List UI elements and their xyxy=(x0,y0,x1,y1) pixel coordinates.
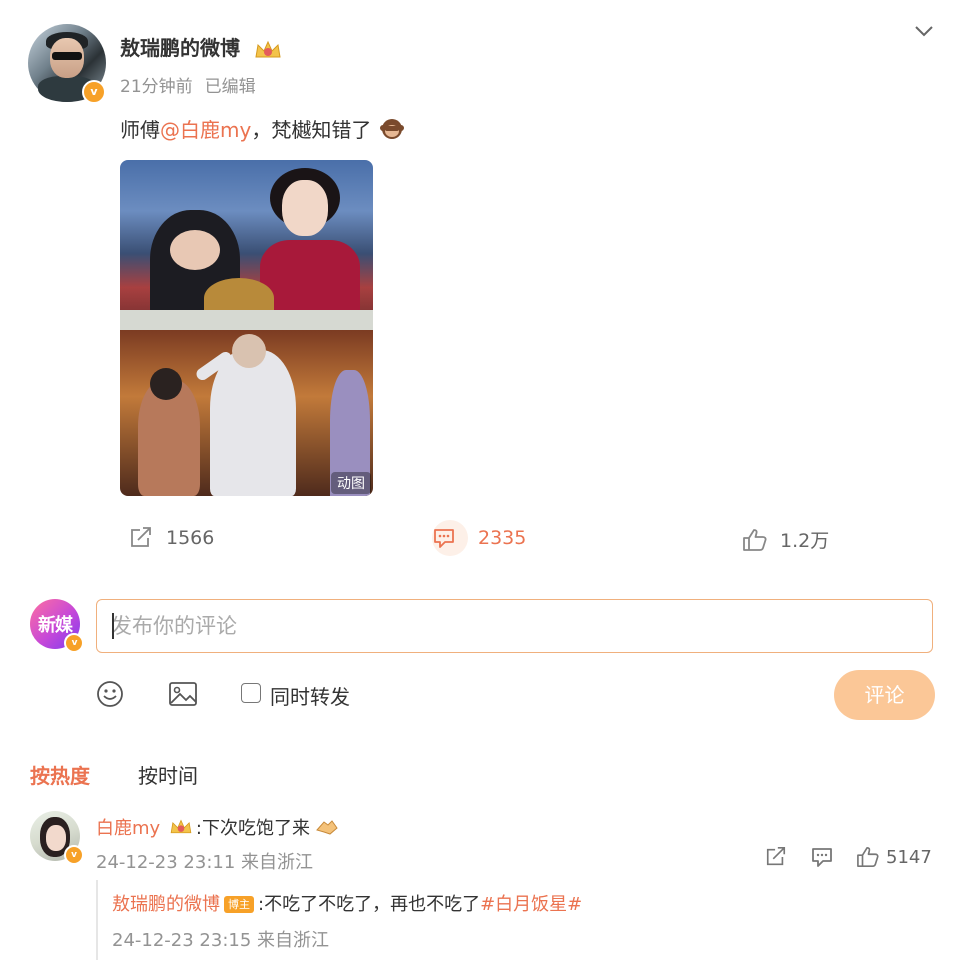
tab-sort-time[interactable]: 按时间 xyxy=(138,760,198,789)
commenter-avatar[interactable]: v xyxy=(30,811,84,865)
submit-comment-button[interactable]: 评论 xyxy=(834,670,935,720)
post-media-gif[interactable]: 动图 xyxy=(120,160,373,496)
comment-button[interactable]: 2335 xyxy=(432,520,526,556)
post-meta: 21分钟前 已编辑 xyxy=(120,72,256,97)
crown-icon xyxy=(170,819,192,834)
monkey-emoji-icon xyxy=(379,119,404,139)
reply-meta: 24-12-23 23:15 来自浙江 xyxy=(112,930,330,951)
image-icon[interactable] xyxy=(168,681,198,707)
comment-like-count: 5147 xyxy=(886,846,932,868)
repost-icon[interactable] xyxy=(764,846,788,868)
post-text-suffix: ，梵樾知错了 xyxy=(251,118,372,142)
v-badge-icon: v xyxy=(64,845,84,865)
like-button[interactable]: 1.2万 xyxy=(742,526,829,553)
comment-icon xyxy=(434,529,454,548)
text-cursor xyxy=(112,613,114,639)
emoji-icon[interactable] xyxy=(96,680,124,708)
my-avatar-text: 新媒 xyxy=(38,615,73,636)
crown-icon xyxy=(255,40,281,57)
comment-meta: 24-12-23 23:11 来自浙江 xyxy=(96,852,314,873)
gif-badge: 动图 xyxy=(331,472,371,494)
repost-checkbox[interactable] xyxy=(241,683,261,703)
reply-text: :不吃了不吃了，再也不吃了 xyxy=(258,894,481,915)
author-name[interactable]: 敖瑞鹏的微博 xyxy=(120,32,283,61)
v-badge-icon: v xyxy=(82,80,106,104)
reply-author[interactable]: 敖瑞鹏的微博 xyxy=(112,894,220,915)
comment-icon[interactable] xyxy=(810,846,834,868)
commenter-name[interactable]: 白鹿my xyxy=(96,818,160,839)
v-badge-icon: v xyxy=(64,633,84,653)
like-count: 1.2万 xyxy=(780,530,830,552)
mention-link[interactable]: @白鹿my xyxy=(160,118,251,142)
repost-icon xyxy=(131,527,151,547)
tab-sort-hot[interactable]: 按热度 xyxy=(30,760,90,789)
post-time[interactable]: 21分钟前 xyxy=(120,77,193,97)
like-icon[interactable] xyxy=(856,846,880,868)
my-avatar[interactable]: 新媒 v xyxy=(30,599,84,653)
comment-body: 白鹿my :下次吃饱了来 xyxy=(96,814,338,840)
author-tag-badge: 博主 xyxy=(224,896,254,913)
like-icon xyxy=(743,528,767,551)
comment-text: :下次吃饱了来 xyxy=(195,818,310,839)
hashtag-link[interactable]: #白月饭星# xyxy=(480,894,582,915)
post-text-prefix: 师傅 xyxy=(120,118,160,142)
comment-count: 2335 xyxy=(478,527,527,549)
handshake-emoji-icon xyxy=(315,820,338,835)
post-text: 师傅@白鹿my，梵樾知错了 xyxy=(120,114,404,143)
edited-label[interactable]: 已编辑 xyxy=(205,77,256,97)
author-avatar[interactable]: v xyxy=(28,24,106,104)
repost-button[interactable]: 1566 xyxy=(128,526,214,550)
repost-count: 1566 xyxy=(166,527,215,549)
chevron-down-icon[interactable] xyxy=(912,22,936,40)
repost-checkbox-label[interactable]: 同时转发 xyxy=(270,681,350,710)
reply-body: 敖瑞鹏的微博 博主:不吃了不吃了，再也不吃了#白月饭星# xyxy=(112,890,582,916)
comment-input[interactable] xyxy=(96,599,933,653)
comment-actions: 5147 xyxy=(764,846,932,868)
